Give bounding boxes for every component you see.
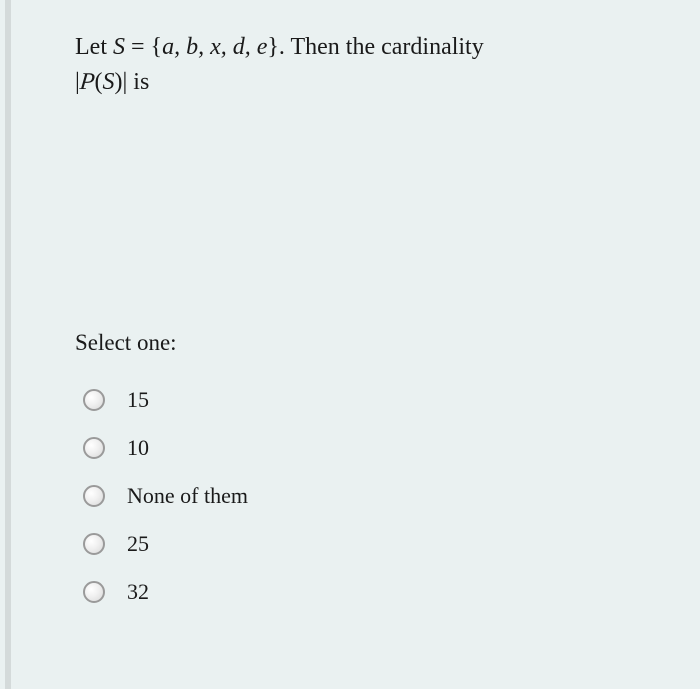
option-label-1[interactable]: 10 xyxy=(127,435,149,461)
equals: = xyxy=(125,34,151,60)
question-text: Let S = {a, b, x, d, e}. Then the cardin… xyxy=(75,30,660,100)
option-label-0[interactable]: 15 xyxy=(127,387,149,413)
set-members: a, b, x, d, e xyxy=(162,34,267,60)
set-close: } xyxy=(267,34,279,60)
option-row-0: 15 xyxy=(75,376,660,424)
text-is: is xyxy=(127,69,149,95)
option-label-2[interactable]: None of them xyxy=(127,483,248,509)
radio-option-1[interactable] xyxy=(83,437,105,459)
option-row-1: 10 xyxy=(75,424,660,472)
radio-option-0[interactable] xyxy=(83,389,105,411)
option-label-3[interactable]: 25 xyxy=(127,531,149,557)
powerset-P: P xyxy=(78,65,96,100)
option-row-2: None of them xyxy=(75,472,660,520)
text-then: . Then the cardinality xyxy=(279,34,484,60)
radio-option-2[interactable] xyxy=(83,485,105,507)
radio-option-4[interactable] xyxy=(83,581,105,603)
var-S: S xyxy=(113,34,125,60)
question-container: Let S = {a, b, x, d, e}. Then the cardin… xyxy=(0,0,700,646)
option-label-4[interactable]: 32 xyxy=(127,579,149,605)
options-list: 15 10 None of them 25 32 xyxy=(75,376,660,616)
option-row-4: 32 xyxy=(75,568,660,616)
radio-option-3[interactable] xyxy=(83,533,105,555)
var-S-2: S xyxy=(102,69,114,95)
text-let: Let xyxy=(75,34,113,60)
left-accent-border xyxy=(5,0,11,689)
option-row-3: 25 xyxy=(75,520,660,568)
select-one-prompt: Select one: xyxy=(75,330,660,356)
set-open: { xyxy=(151,34,163,60)
paren-abs-close: )| xyxy=(114,69,127,95)
